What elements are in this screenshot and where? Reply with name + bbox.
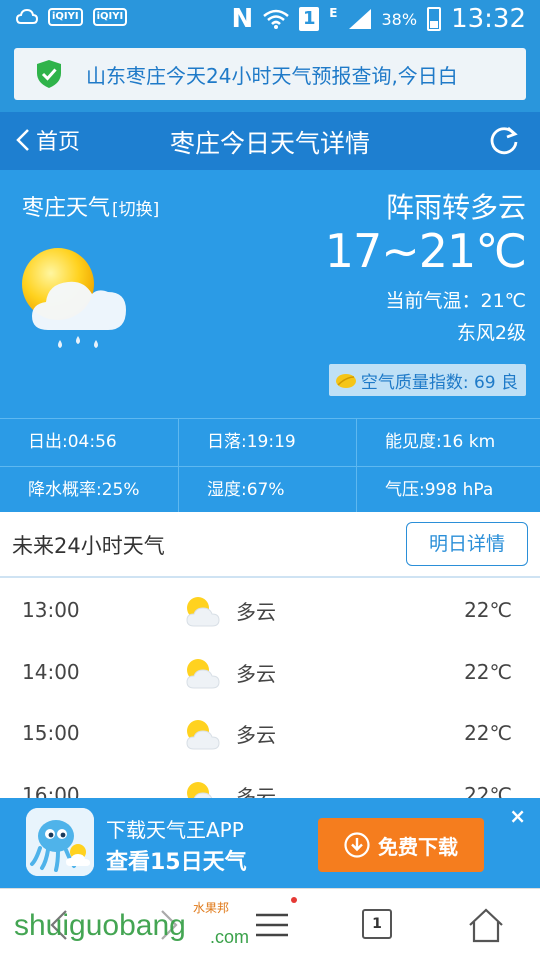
address-field[interactable]: 山东枣庄今天24小时天气预报查询,今日白	[14, 48, 526, 100]
section-title: 未来24小时天气	[12, 534, 165, 558]
ad-title: 下载天气王APP	[106, 818, 244, 842]
app-logo	[26, 808, 94, 876]
list-item: 15:00 多云 22℃	[0, 701, 540, 763]
network-type: E	[329, 6, 338, 20]
hour-temperature: 22℃	[464, 659, 512, 684]
weather-stats: 日出:04:56 日落:19:19 能见度:16 km 降水概率:25% 湿度:…	[0, 418, 540, 513]
switch-city-link[interactable]: [切换]	[112, 200, 159, 220]
hour-time: 15:00	[22, 721, 80, 745]
refresh-icon[interactable]	[488, 124, 520, 156]
partly-cloudy-icon	[186, 597, 220, 627]
browser-bottom-nav: 1 shuiguobang 水果邦 .com	[0, 888, 540, 960]
condition-text: 阵雨转多云	[385, 191, 526, 224]
page-header: 枣庄今日天气详情 首页	[0, 112, 540, 170]
list-item: 14:00 多云 22℃	[0, 640, 540, 702]
city-label: 枣庄天气	[22, 196, 111, 221]
url-text: 山东枣庄今天24小时天气预报查询,今日白	[86, 63, 458, 88]
aqi-badge[interactable]: 空气质量指数: 69 良	[328, 364, 526, 396]
temperature-range: 17~21℃	[324, 224, 527, 278]
sunrise: 日出:04:56	[28, 432, 117, 452]
hour-time: 13:00	[22, 598, 80, 622]
url-bar: 山东枣庄今天24小时天气预报查询,今日白	[0, 40, 540, 112]
back-label: 首页	[36, 130, 81, 155]
weather-panel: 枣庄天气 [切换] 阵雨转多云 17~21℃ 当前气温：21℃ 东风2级 空气质量…	[0, 170, 540, 418]
chevron-left-icon	[16, 129, 29, 151]
hour-condition: 多云	[236, 600, 276, 624]
shield-check-icon	[37, 60, 61, 88]
current-temperature: 当前气温：21℃	[385, 290, 526, 312]
visibility: 能见度:16 km	[356, 419, 540, 466]
tabs-button[interactable]: 1	[362, 909, 392, 939]
page-title: 枣庄今日天气详情	[169, 129, 370, 158]
aqi-text: 空气质量指数: 69 良	[360, 372, 518, 393]
nfc-icon: N	[231, 4, 254, 34]
city-name: 枣庄天气 [切换]	[22, 190, 159, 222]
download-label: 免费下载	[378, 834, 458, 859]
iqiyi-icon: iQIYI	[92, 8, 128, 26]
tomorrow-details-button[interactable]: 明日详情	[406, 522, 528, 566]
watermark-domain: .com	[210, 927, 250, 947]
battery-icon	[427, 7, 442, 31]
hourly-section-header: 未来24小时天气 明日详情	[0, 512, 540, 578]
hour-temperature: 22℃	[464, 721, 512, 745]
precip-probability: 降水概率:25%	[0, 466, 178, 513]
hour-time: 14:00	[22, 659, 80, 684]
list-item: 13:00 多云 22℃	[0, 578, 540, 640]
signal-icon	[348, 9, 371, 29]
battery-percent: 38%	[381, 9, 418, 29]
app-download-banner[interactable]: 下载天气王APP 查看15日天气 免费下载 ×	[0, 798, 540, 888]
menu-icon[interactable]	[252, 907, 292, 943]
notification-dot	[291, 897, 297, 903]
watermark-subtext: 水果邦	[193, 901, 230, 915]
sim-icon: 1	[299, 7, 320, 31]
octopus-mascot-icon	[26, 808, 94, 876]
back-button[interactable]: 首页	[16, 124, 80, 156]
hour-temperature: 22℃	[464, 598, 512, 622]
iqiyi-icon: iQIYI	[48, 8, 83, 26]
status-bar: iQIYI iQIYI N 1 E 38% 13:32	[0, 0, 540, 40]
clock: 13:32	[451, 4, 526, 34]
hour-condition: 多云	[236, 723, 276, 747]
hourly-list: 13:00 多云 22℃ 14:00 多云 22℃ 15:00 多云 22℃ 1…	[0, 578, 540, 824]
humidity: 湿度:67%	[178, 466, 356, 513]
sunset: 日落:19:19	[178, 419, 356, 466]
wifi-icon	[263, 9, 290, 29]
watermark-text: shuiguobang	[14, 909, 186, 942]
download-icon	[344, 832, 370, 858]
free-download-button[interactable]: 免费下载	[318, 818, 484, 872]
ad-subtitle: 查看15日天气	[106, 850, 247, 875]
close-icon[interactable]: ×	[509, 804, 526, 828]
hour-condition: 多云	[236, 661, 276, 686]
pressure: 气压:998 hPa	[356, 466, 540, 513]
cloud-icon	[16, 8, 38, 24]
sun-cloud-rain-icon	[22, 248, 126, 348]
wind-text: 东风2级	[456, 322, 526, 344]
partly-cloudy-icon	[186, 720, 220, 750]
partly-cloudy-icon	[186, 658, 220, 688]
leaf-icon	[335, 374, 356, 388]
home-icon[interactable]	[466, 907, 506, 943]
